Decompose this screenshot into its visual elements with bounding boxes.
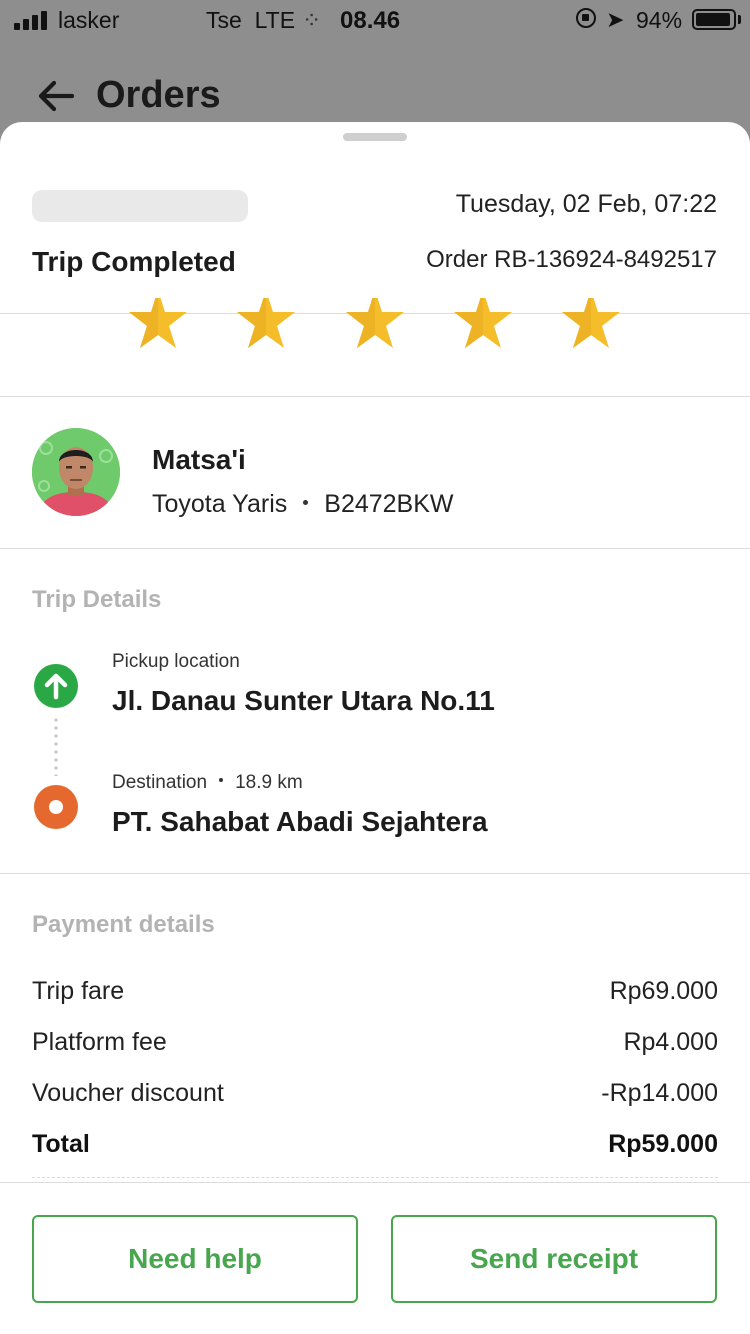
page-title: Orders xyxy=(96,74,221,116)
battery-icon xyxy=(692,9,736,30)
payment-label: Trip fare xyxy=(32,977,125,1005)
divider xyxy=(0,873,750,874)
dashed-divider xyxy=(32,1177,718,1178)
trip-distance: 18.9 km xyxy=(235,772,303,793)
need-help-button[interactable]: Need help xyxy=(32,1215,358,1303)
payment-row: Platform fee Rp4.000 xyxy=(32,1028,718,1062)
pickup-arrow-icon xyxy=(34,664,78,708)
network-type: LTE xyxy=(254,7,296,33)
payment-total-row: Total Rp59.000 xyxy=(32,1130,718,1164)
payment-row: Trip fare Rp69.000 xyxy=(32,977,718,1011)
separator-dot xyxy=(303,499,309,505)
star-icon xyxy=(454,298,512,348)
payment-row: Voucher discount -Rp14.000 xyxy=(32,1079,718,1113)
send-receipt-button[interactable]: Send receipt xyxy=(391,1215,717,1303)
top-nav: Orders xyxy=(0,60,750,130)
location-arrow-icon: ➤ xyxy=(606,7,625,32)
pickup-address: Jl. Danau Sunter Utara No.11 xyxy=(112,685,495,716)
separator-dot xyxy=(219,778,224,783)
driver-photo xyxy=(32,428,120,516)
destination-label: Destination xyxy=(112,772,208,793)
trip-status: Trip Completed xyxy=(32,246,236,277)
battery-tip xyxy=(738,15,741,24)
destination-label-row: Destination 18.9 km xyxy=(112,772,303,794)
license-plate: B2472BKW xyxy=(324,490,454,518)
order-date: Tuesday, 02 Feb, 07:22 xyxy=(455,190,717,218)
sheet-grabber[interactable] xyxy=(343,133,407,141)
total-value: Rp59.000 xyxy=(608,1130,718,1158)
carrier-name-2: Tse xyxy=(206,7,242,33)
destination-pin-icon xyxy=(34,785,78,829)
order-detail-sheet: Tuesday, 02 Feb, 07:22 Trip Completed Or… xyxy=(0,122,750,1334)
star-icon xyxy=(346,298,404,348)
divider xyxy=(0,548,750,549)
vehicle-info: Toyota Yaris B2472BKW xyxy=(152,490,454,519)
status-bar: lasker Tse LTE ⁘ 08.46 ➤ 94% xyxy=(0,0,750,40)
destination-address: PT. Sahabat Abadi Sejahtera xyxy=(112,806,488,837)
total-label: Total xyxy=(32,1130,90,1158)
battery-percent: 94% xyxy=(636,7,683,33)
status-time: 08.46 xyxy=(340,7,401,34)
driver-name: Matsa'i xyxy=(152,444,246,475)
arrow-left-icon[interactable] xyxy=(36,78,76,114)
star-icon xyxy=(129,298,187,348)
payment-label: Voucher discount xyxy=(32,1079,224,1107)
pickup-label: Pickup location xyxy=(112,651,240,672)
order-id: Order RB-136924-8492517 xyxy=(426,246,717,273)
divider xyxy=(0,396,750,397)
activity-spinner-icon: ⁘ xyxy=(302,7,322,33)
route-dots xyxy=(54,716,58,776)
battery-fill xyxy=(696,13,730,26)
driver-avatar xyxy=(32,428,120,516)
payment-value: Rp4.000 xyxy=(623,1028,718,1056)
redacted-field xyxy=(32,190,248,222)
payment-label: Platform fee xyxy=(32,1028,167,1056)
payment-value: Rp69.000 xyxy=(609,977,718,1005)
carrier-name: lasker xyxy=(58,7,120,33)
rotation-lock-icon xyxy=(576,8,596,28)
payment-details-title: Payment details xyxy=(32,911,215,938)
action-bar: Need help Send receipt xyxy=(0,1182,750,1334)
trip-details-title: Trip Details xyxy=(32,586,162,613)
star-icon xyxy=(562,298,620,348)
payment-value: -Rp14.000 xyxy=(601,1079,718,1107)
rating-stars xyxy=(0,298,750,348)
signal-icon xyxy=(14,10,47,30)
star-icon xyxy=(237,298,295,348)
vehicle-model: Toyota Yaris xyxy=(152,490,288,518)
